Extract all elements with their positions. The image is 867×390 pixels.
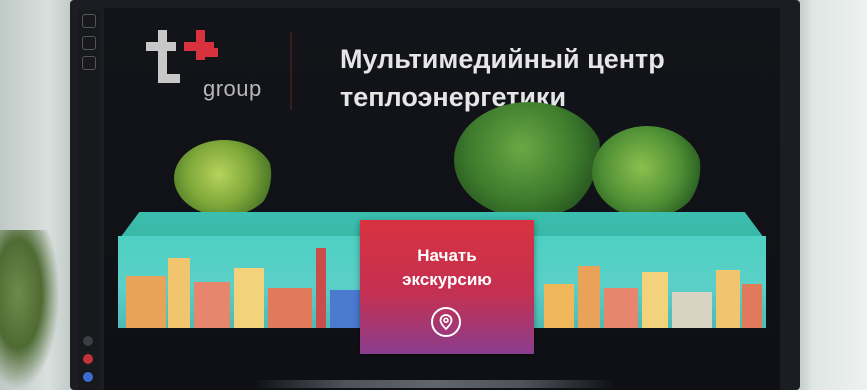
plant-decoration <box>0 230 60 390</box>
side-button-top[interactable] <box>82 14 96 28</box>
building <box>578 266 600 328</box>
building <box>268 288 312 328</box>
building <box>168 258 190 328</box>
logo-divider <box>290 32 292 110</box>
start-tour-label: Начать экскурсию <box>360 244 534 292</box>
building <box>716 270 740 328</box>
start-tour-button[interactable]: Начать экскурсию <box>360 220 534 354</box>
side-toolbar <box>78 10 100 390</box>
kiosk-screen: group Мультимедийный центр теплоэнергети… <box>104 8 780 390</box>
side-button-lower[interactable] <box>82 56 96 70</box>
building <box>194 282 230 328</box>
building <box>672 292 712 328</box>
tree-center <box>454 102 604 218</box>
location-pin-icon <box>431 307 461 337</box>
page-title-line1: Мультимедийный центр <box>340 44 665 74</box>
building <box>234 268 264 328</box>
side-button-middle[interactable] <box>82 36 96 50</box>
bottom-caption-blurred <box>254 380 614 388</box>
tree-left <box>174 140 274 216</box>
building <box>604 288 638 328</box>
side-indicator-red[interactable] <box>83 354 93 364</box>
building <box>544 284 574 328</box>
side-indicator-dark[interactable] <box>83 336 93 346</box>
building <box>742 284 762 328</box>
start-tour-label-line2: экскурсию <box>402 270 492 289</box>
building <box>642 272 668 328</box>
side-indicator-blue[interactable] <box>83 372 93 382</box>
logo-group-text: group <box>203 76 262 101</box>
chimney <box>316 248 326 328</box>
start-tour-label-line1: Начать <box>417 246 477 265</box>
building <box>126 276 166 328</box>
tree-right <box>592 126 702 218</box>
